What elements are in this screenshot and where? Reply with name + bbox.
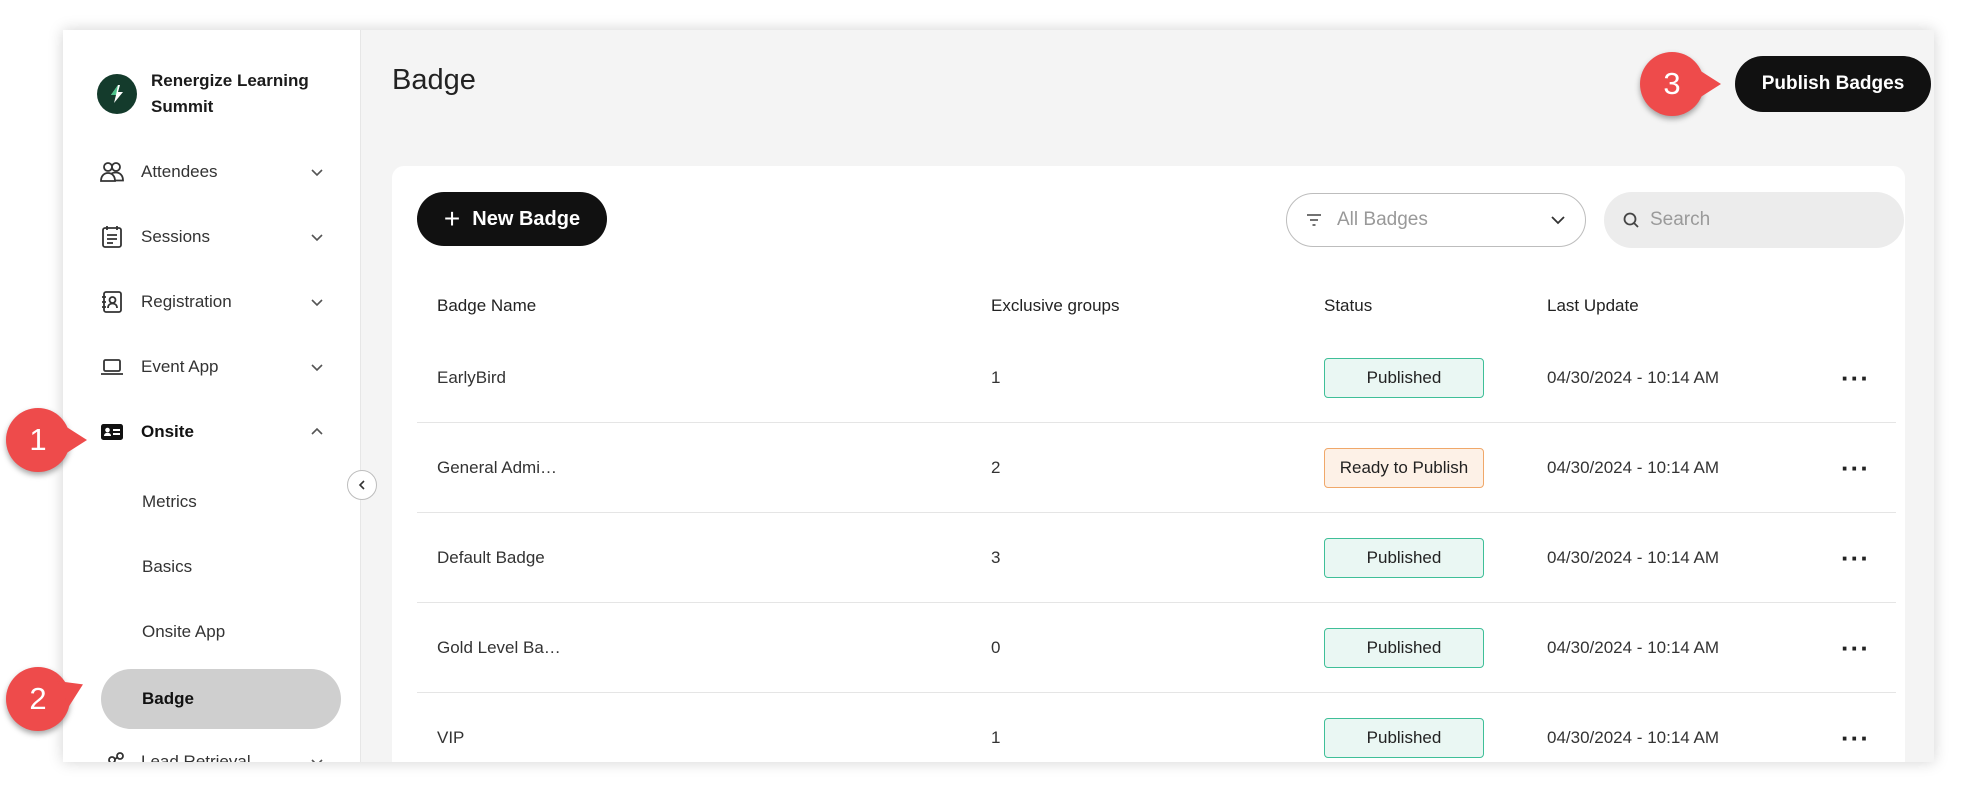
more-options-icon[interactable]: ··· bbox=[1841, 363, 1870, 394]
sidebar-item-label: Lead Retrieval bbox=[141, 752, 251, 762]
publish-badges-button[interactable]: Publish Badges bbox=[1735, 56, 1931, 112]
sidebar-item-attendees[interactable]: Attendees bbox=[97, 152, 327, 192]
status-badge: Ready to Publish bbox=[1324, 448, 1484, 488]
sidebar-item-onsite[interactable]: Onsite bbox=[97, 412, 327, 452]
status-badge: Published bbox=[1324, 628, 1484, 668]
badge-name: VIP bbox=[437, 728, 465, 747]
chevron-down-icon bbox=[307, 162, 327, 182]
collapse-sidebar-button[interactable] bbox=[347, 470, 377, 500]
sidebar-subitem-badge[interactable]: Badge bbox=[101, 669, 341, 729]
share-nodes-icon bbox=[97, 747, 127, 762]
sidebar-item-label: Event App bbox=[141, 357, 219, 376]
status-badge: Published bbox=[1324, 358, 1484, 398]
sidebar-item-label: Attendees bbox=[141, 162, 218, 181]
more-options-icon[interactable]: ··· bbox=[1841, 723, 1870, 754]
new-badge-button[interactable]: + New Badge bbox=[417, 192, 607, 246]
sidebar-item-label: Registration bbox=[141, 292, 232, 311]
brand[interactable]: Renergize Learning Summit bbox=[97, 68, 321, 120]
more-options-icon[interactable]: ··· bbox=[1841, 633, 1870, 664]
chevron-left-icon bbox=[358, 480, 365, 490]
sidebar-subitem-onsite-app[interactable]: Onsite App bbox=[142, 612, 225, 652]
table-row[interactable]: Gold Level Ba… 0 Published 04/30/2024 - … bbox=[417, 603, 1896, 693]
badge-list-card: + New Badge All Badges Badge Name Exclus… bbox=[392, 166, 1905, 762]
callout-1: 1 bbox=[6, 408, 87, 472]
last-update: 04/30/2024 - 10:14 AM bbox=[1547, 368, 1720, 387]
table-row[interactable]: EarlyBird 1 Published 04/30/2024 - 10:14… bbox=[417, 333, 1896, 423]
callout-3: 3 bbox=[1640, 52, 1721, 116]
more-options-icon[interactable]: ··· bbox=[1841, 453, 1870, 484]
badge-name: General Admi… bbox=[437, 458, 557, 477]
badge-name: Gold Level Ba… bbox=[437, 638, 561, 657]
column-header-exclusive-groups[interactable]: Exclusive groups bbox=[991, 296, 1120, 316]
sidebar-subitem-metrics[interactable]: Metrics bbox=[142, 482, 197, 522]
table-row[interactable]: VIP 1 Published 04/30/2024 - 10:14 AM ··… bbox=[417, 693, 1896, 762]
laptop-icon bbox=[97, 352, 127, 382]
more-options-icon[interactable]: ··· bbox=[1841, 543, 1870, 574]
badge-name: EarlyBird bbox=[437, 368, 506, 387]
people-icon bbox=[97, 157, 127, 187]
page-title: Badge bbox=[392, 64, 476, 96]
column-header-badge-name[interactable]: Badge Name bbox=[437, 296, 536, 316]
badge-name: Default Badge bbox=[437, 548, 545, 567]
sidebar-item-label: Onsite bbox=[141, 422, 194, 441]
sidebar-item-label: Sessions bbox=[141, 227, 210, 246]
last-update: 04/30/2024 - 10:14 AM bbox=[1547, 638, 1720, 657]
sidebar-item-registration[interactable]: Registration bbox=[97, 282, 327, 322]
exclusive-groups-count: 2 bbox=[991, 458, 1001, 477]
last-update: 04/30/2024 - 10:14 AM bbox=[1547, 728, 1720, 747]
column-header-last-update[interactable]: Last Update bbox=[1547, 296, 1639, 316]
chevron-down-icon bbox=[1551, 216, 1565, 225]
exclusive-groups-count: 1 bbox=[991, 368, 1001, 387]
new-badge-label: New Badge bbox=[472, 207, 581, 230]
sidebar: Renergize Learning Summit Attendees Sess… bbox=[63, 30, 361, 762]
badge-filter-select[interactable]: All Badges bbox=[1286, 193, 1586, 247]
sidebar-subitem-basics[interactable]: Basics bbox=[142, 547, 192, 587]
sidebar-item-lead-retrieval[interactable]: Lead Retrieval bbox=[97, 742, 327, 762]
search-box[interactable] bbox=[1604, 192, 1904, 248]
table-row[interactable]: Default Badge 3 Published 04/30/2024 - 1… bbox=[417, 513, 1896, 603]
sidebar-item-sessions[interactable]: Sessions bbox=[97, 217, 327, 257]
app-window: Renergize Learning Summit Attendees Sess… bbox=[63, 30, 1934, 762]
chevron-down-icon bbox=[307, 292, 327, 312]
id-card-icon bbox=[97, 417, 127, 447]
callout-2: 2 bbox=[6, 667, 70, 731]
exclusive-groups-count: 1 bbox=[991, 728, 1001, 747]
calendar-list-icon bbox=[97, 222, 127, 252]
exclusive-groups-count: 0 bbox=[991, 638, 1001, 657]
status-badge: Published bbox=[1324, 538, 1484, 578]
last-update: 04/30/2024 - 10:14 AM bbox=[1547, 548, 1720, 567]
status-badge: Published bbox=[1324, 718, 1484, 758]
exclusive-groups-count: 3 bbox=[991, 548, 1001, 567]
chevron-down-icon bbox=[307, 227, 327, 247]
search-input[interactable] bbox=[1650, 209, 1870, 231]
brand-name: Renergize Learning Summit bbox=[151, 71, 309, 116]
chevron-down-icon bbox=[307, 357, 327, 377]
last-update: 04/30/2024 - 10:14 AM bbox=[1547, 458, 1720, 477]
plus-icon: + bbox=[443, 203, 461, 234]
filter-icon bbox=[1307, 214, 1321, 226]
chevron-up-icon bbox=[307, 422, 327, 442]
table-row[interactable]: General Admi… 2 Ready to Publish 04/30/2… bbox=[417, 423, 1896, 513]
search-icon bbox=[1623, 212, 1639, 228]
chevron-down-icon bbox=[307, 752, 327, 762]
sidebar-item-event-app[interactable]: Event App bbox=[97, 347, 327, 387]
brand-logo-icon bbox=[97, 74, 137, 114]
contact-book-icon bbox=[97, 287, 127, 317]
column-header-status[interactable]: Status bbox=[1324, 296, 1372, 316]
filter-value: All Badges bbox=[1337, 209, 1428, 230]
